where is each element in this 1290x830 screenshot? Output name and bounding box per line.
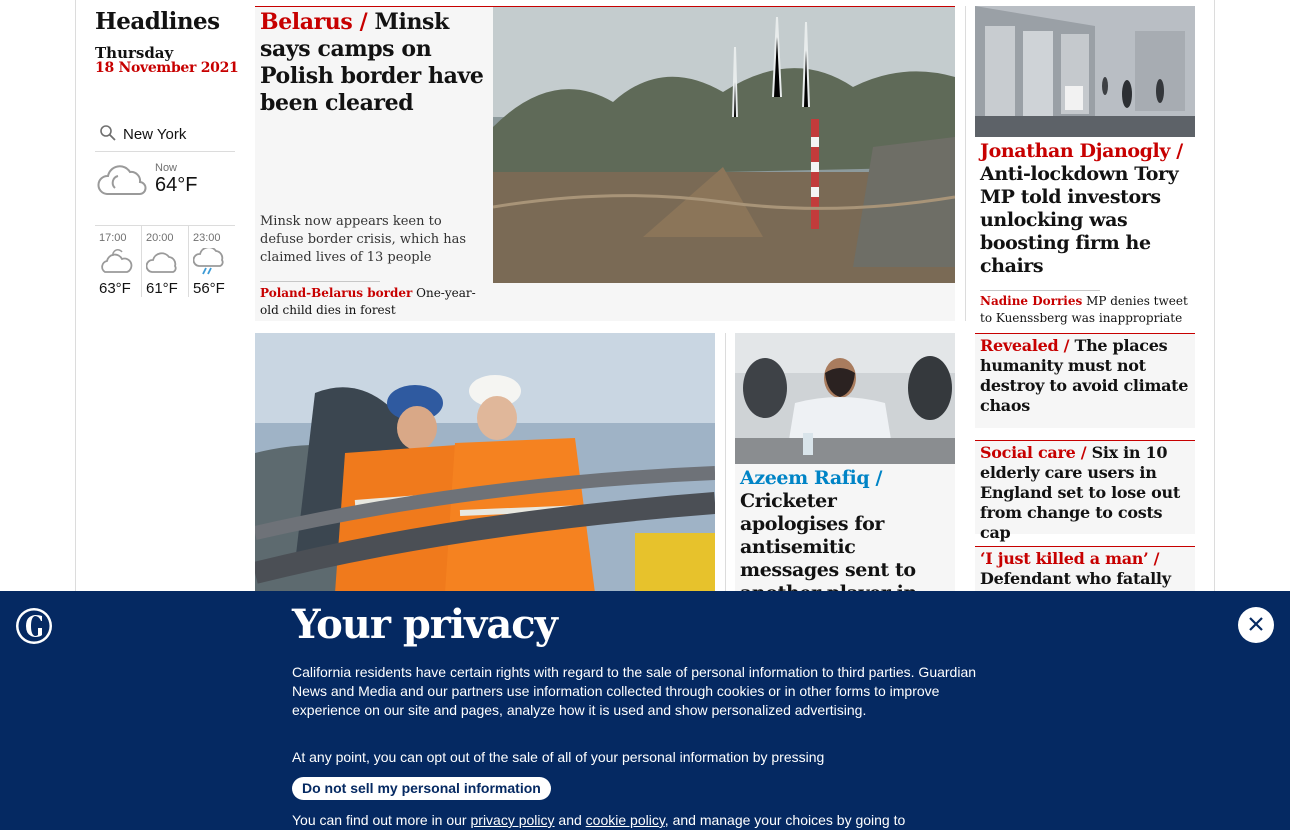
forecast-time: 23:00 bbox=[193, 232, 221, 244]
privacy-banner: Your privacy California residents have c… bbox=[0, 591, 1290, 830]
close-icon bbox=[1248, 616, 1264, 635]
manage-choices-text: , and manage your choices by going to bbox=[664, 812, 906, 828]
forecast-temperature: 63°F bbox=[99, 280, 131, 297]
forecast-slot: 20:00 61°F bbox=[142, 226, 189, 297]
border-camp-photo[interactable] bbox=[493, 7, 955, 283]
date-full: 18 November 2021 bbox=[95, 60, 239, 76]
small-story-kicker: Revealed / bbox=[980, 336, 1070, 355]
sublink-kicker: Nadine Dorries bbox=[980, 294, 1083, 308]
privacy-policy-link[interactable]: privacy policy bbox=[471, 812, 555, 828]
right-sublink[interactable]: Nadine Dorries MP denies tweet to Kuenss… bbox=[975, 291, 1195, 329]
main-standfirst: Minsk now appears keen to defuse border … bbox=[260, 214, 467, 265]
cloud-icon bbox=[145, 248, 188, 276]
main-sublink[interactable]: Poland-Belarus border One-year-old child… bbox=[260, 285, 488, 319]
rafiq-story-card[interactable]: Azeem Rafiq / Cricketer apologises for a… bbox=[735, 464, 955, 627]
now-label: Now bbox=[155, 162, 178, 174]
do-not-sell-button[interactable]: Do not sell my personal information bbox=[292, 777, 551, 800]
and-text: and bbox=[558, 812, 582, 828]
forecast-time: 20:00 bbox=[146, 232, 174, 244]
weather-now: Now 64°F bbox=[95, 160, 235, 220]
cloud-icon bbox=[95, 160, 147, 204]
partly-cloudy-icon bbox=[99, 248, 141, 276]
forecast-slot: 17:00 63°F bbox=[95, 226, 142, 297]
cookie-policy-link[interactable]: cookie policy bbox=[586, 812, 665, 828]
more-info-text: You can find out more in our bbox=[292, 812, 467, 828]
forecast-temperature: 56°F bbox=[193, 280, 225, 297]
small-story-card[interactable]: Social care / Six in 10 elderly care use… bbox=[975, 440, 1195, 542]
right-headline[interactable]: Jonathan Djanogly / Anti-lockdown Tory M… bbox=[975, 137, 1195, 278]
privacy-optout-text: At any point, you can opt out of the sal… bbox=[292, 749, 825, 765]
divider bbox=[260, 281, 380, 282]
weather-location-search[interactable] bbox=[95, 118, 235, 152]
right-kicker: Jonathan Djanogly / bbox=[980, 140, 1183, 162]
now-temperature: 64°F bbox=[155, 174, 198, 196]
right-story-card[interactable]: Jonathan Djanogly / Anti-lockdown Tory M… bbox=[975, 137, 1195, 329]
column-divider bbox=[725, 333, 726, 593]
privacy-paragraph: California residents have certain rights… bbox=[292, 664, 977, 718]
main-kicker: Belarus / bbox=[260, 9, 368, 35]
small-story-card[interactable]: Revealed / The places humanity must not … bbox=[975, 333, 1195, 428]
forecast-time: 17:00 bbox=[99, 232, 127, 244]
rail-workers-photo[interactable] bbox=[255, 333, 715, 593]
guardian-logo-icon bbox=[16, 608, 52, 648]
rafiq-kicker: Azeem Rafiq / bbox=[740, 467, 882, 489]
forecast-temperature: 61°F bbox=[146, 280, 178, 297]
rain-cloud-icon bbox=[192, 246, 235, 276]
weather-forecast: 17:00 63°F 20:00 61°F 23:00 56°F bbox=[95, 225, 235, 297]
column-divider bbox=[965, 6, 966, 321]
committee-hearing-photo[interactable] bbox=[735, 333, 955, 464]
small-story-kicker: ‘I just killed a man’ / bbox=[980, 549, 1160, 568]
close-banner-button[interactable] bbox=[1238, 607, 1274, 643]
location-input[interactable] bbox=[123, 126, 233, 143]
search-icon bbox=[99, 124, 117, 146]
sublink-kicker: Poland-Belarus border bbox=[260, 286, 413, 300]
main-headline[interactable]: Belarus / Minsk says camps on Polish bor… bbox=[260, 9, 488, 117]
section-title: Headlines bbox=[95, 8, 220, 35]
forecast-slot: 23:00 56°F bbox=[189, 226, 235, 297]
privacy-title: Your privacy bbox=[292, 601, 558, 648]
privacy-more-info: You can find out more in our privacy pol… bbox=[292, 811, 1002, 830]
closed-shops-photo[interactable] bbox=[975, 6, 1195, 137]
small-story-kicker: Social care / bbox=[980, 443, 1087, 462]
right-headline-text: Anti-lockdown Tory MP told investors unl… bbox=[980, 163, 1179, 277]
